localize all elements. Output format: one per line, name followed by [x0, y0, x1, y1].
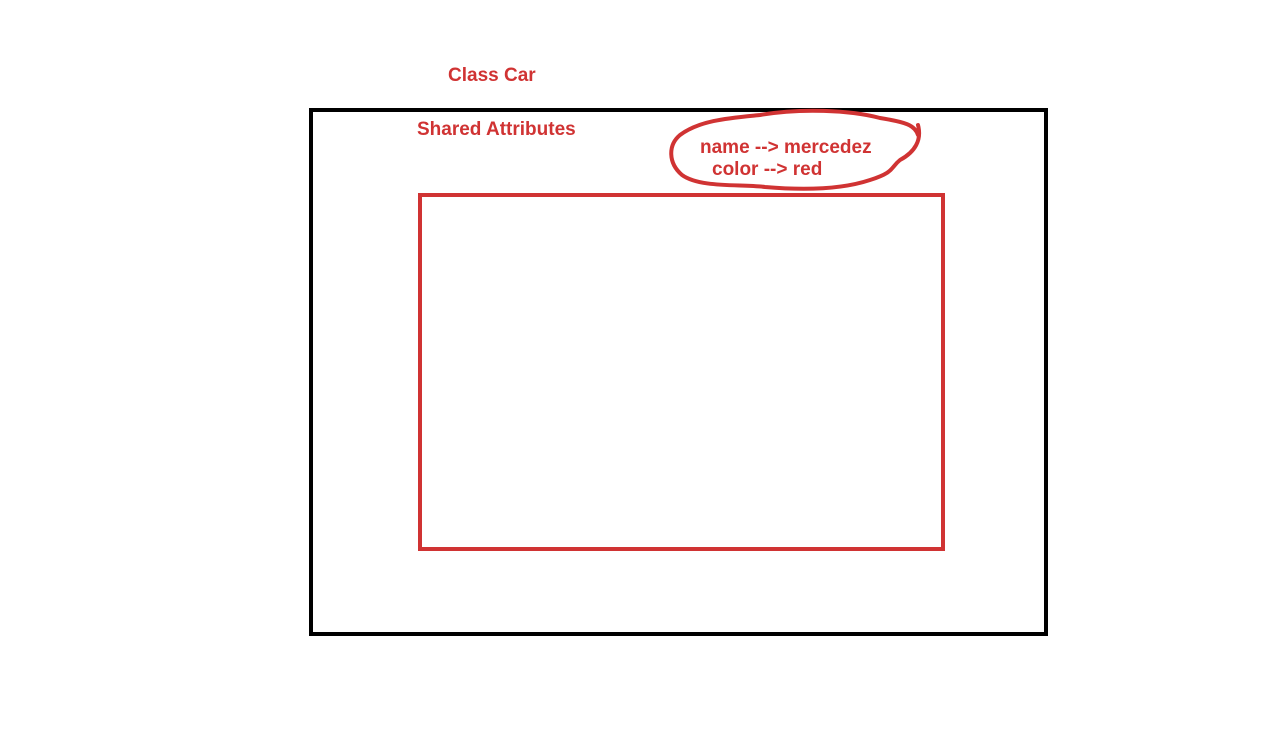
attribute-name: name --> mercedez	[700, 137, 872, 158]
attribute-ellipse	[669, 108, 921, 191]
attribute-color: color --> red	[712, 159, 823, 180]
